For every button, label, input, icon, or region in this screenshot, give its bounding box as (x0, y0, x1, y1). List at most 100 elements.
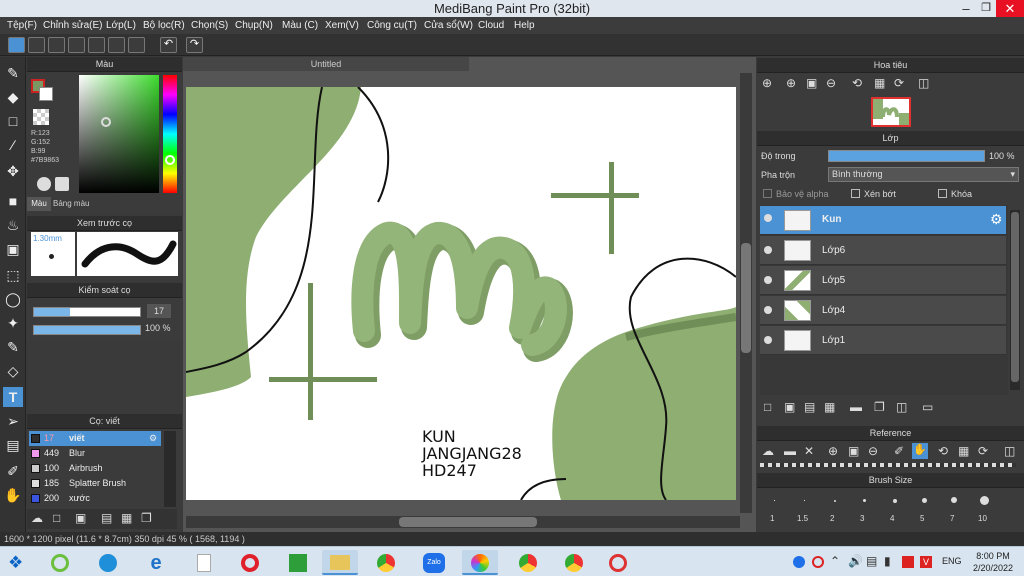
volume-icon[interactable]: 🔊 (848, 554, 863, 568)
brush-item-airbrush[interactable]: 100 Airbrush (29, 461, 161, 476)
flip-icon[interactable]: ◫ (1004, 444, 1015, 458)
tab-color[interactable]: Màu (27, 197, 51, 211)
cloud-icon[interactable] (8, 37, 25, 53)
brush-item-blur[interactable]: 449 Blur (29, 446, 161, 461)
secondary-color-swatch[interactable] (39, 87, 53, 101)
edge-icon[interactable] (90, 550, 126, 575)
add-brush-menu-icon[interactable]: ▣ (75, 511, 86, 525)
color-wheel-icon[interactable] (37, 177, 51, 191)
visibility-icon[interactable] (764, 246, 772, 254)
menu-capture[interactable]: Chụp(N) (235, 17, 273, 34)
layer-item-lop5[interactable]: Lớp5 (760, 266, 1006, 295)
rotate-left-icon[interactable]: ⟲ (852, 76, 862, 90)
horizontal-scrollbar[interactable] (186, 516, 740, 528)
brush-size-value[interactable]: 17 (147, 304, 171, 318)
select-rect-icon[interactable]: ⬚ (3, 265, 23, 285)
actual-size-icon[interactable]: ▦ (874, 76, 885, 90)
undo-icon[interactable]: ↶ (160, 37, 177, 53)
windows-start-icon[interactable]: ❖ (8, 554, 26, 572)
hand-icon[interactable]: ✋ (912, 443, 928, 459)
add-brush-cloud-icon[interactable]: ☁ (31, 511, 43, 525)
hue-slider[interactable] (163, 75, 177, 193)
move-tool-icon[interactable]: ✥ (3, 161, 23, 181)
fit-window-icon[interactable]: ▣ (848, 444, 859, 458)
battery-icon[interactable]: ▮ (884, 554, 891, 568)
protect-alpha-checkbox[interactable] (763, 189, 772, 198)
trash-icon[interactable]: ▭ (922, 400, 933, 414)
rotate-right-icon[interactable]: ⟳ (978, 444, 988, 458)
flip-icon[interactable]: ◫ (918, 76, 929, 90)
rotate-right-icon[interactable]: ⟳ (894, 76, 904, 90)
brush-size-preset[interactable]: 2 (820, 490, 850, 526)
close-button[interactable]: ✕ (996, 0, 1024, 17)
dot-tool-icon[interactable]: □ (3, 111, 23, 131)
hand-tool-icon[interactable]: ✋ (3, 485, 23, 505)
select-eraser-icon[interactable]: ◇ (3, 361, 23, 381)
menu-cloud[interactable]: Cloud (478, 17, 504, 34)
brush-size-preset[interactable]: 10 (970, 490, 1000, 526)
menu-help[interactable]: Help (514, 17, 535, 34)
transparent-swatch[interactable] (33, 109, 49, 125)
brush-size-slider[interactable] (33, 307, 141, 317)
vpn-icon[interactable] (902, 556, 914, 568)
menu-tools[interactable]: Công cụ(T) (367, 17, 417, 34)
chrome-profile-icon[interactable] (510, 550, 546, 575)
divide-tool-icon[interactable]: ▤ (3, 435, 23, 455)
new-layer-icon[interactable]: □ (764, 400, 771, 414)
fill-rect-icon[interactable]: ■ (3, 191, 23, 211)
store-icon[interactable] (280, 550, 316, 575)
menu-layer[interactable]: Lớp(L) (106, 17, 136, 34)
merge-down-icon[interactable]: ◫ (896, 400, 907, 414)
rotate-left-icon[interactable]: ⟲ (938, 444, 948, 458)
layer-item-lop1[interactable]: Lớp1 (760, 326, 1006, 355)
drawing-canvas[interactable]: KUN JANGJANG28 HD247 (186, 87, 736, 500)
magic-wand-icon[interactable]: ✦ (3, 313, 23, 333)
brush-settings-icon[interactable]: ▤ (101, 511, 112, 525)
document-tab[interactable]: Untitled (183, 57, 469, 71)
brush-size-preset[interactable]: 5 (910, 490, 940, 526)
brush-folder-icon[interactable]: ▦ (121, 511, 132, 525)
brush-size-preset[interactable]: 1 (760, 490, 790, 526)
layer-item-lop4[interactable]: Lớp4 (760, 296, 1006, 325)
navigator-thumbnail[interactable] (871, 97, 911, 127)
open-file-icon[interactable]: ▬ (784, 444, 796, 458)
close-icon[interactable]: ✕ (804, 444, 814, 458)
network-icon[interactable]: ▤ (866, 554, 877, 568)
zalo-icon[interactable]: Zalo (416, 550, 452, 575)
menu-view[interactable]: Xem(V) (325, 17, 359, 34)
opera-icon[interactable] (232, 550, 268, 575)
gear-icon[interactable]: ⚙ (149, 431, 157, 446)
blend-mode-select[interactable]: Bình thường ▾ (828, 167, 1019, 182)
brush-item-viet[interactable]: 17 viết ⚙ (29, 431, 161, 446)
zoom-in-icon[interactable]: ⊕ (828, 444, 838, 458)
file-explorer-icon[interactable] (322, 550, 358, 575)
chevron-up-icon[interactable]: ⌃ (830, 554, 840, 568)
text-tool-icon[interactable]: T (3, 387, 23, 407)
brush-copy-icon[interactable]: ❐ (141, 511, 152, 525)
brush-list-scrollbar[interactable] (164, 431, 176, 507)
menu-edit[interactable]: Chỉnh sửa(E) (43, 17, 103, 34)
lock-checkbox[interactable] (938, 189, 947, 198)
zoom-in-icon[interactable]: ⊕ (786, 76, 796, 90)
input-language[interactable]: ENG (942, 556, 962, 566)
layer-scrollbar[interactable] (1010, 210, 1020, 390)
duplicate-layer-icon[interactable]: ❐ (874, 400, 885, 414)
clip-checkbox[interactable] (851, 189, 860, 198)
new-halftone-layer-icon[interactable]: ▣ (784, 400, 795, 414)
layer-opacity-slider[interactable] (828, 150, 985, 162)
unikey-icon[interactable]: V (920, 556, 932, 568)
color-palette-icon[interactable] (55, 177, 69, 191)
lasso-tool-icon[interactable]: ◯ (3, 289, 23, 309)
menu-color[interactable]: Màu (C) (282, 17, 318, 34)
menu-select[interactable]: Chọn(S) (191, 17, 228, 34)
layer-scroll-thumb[interactable] (1011, 212, 1019, 382)
internet-explorer-icon[interactable]: e (138, 550, 174, 575)
visibility-icon[interactable] (764, 214, 772, 222)
brush-opacity-slider[interactable] (33, 325, 141, 335)
minimize-button[interactable]: – (956, 0, 976, 17)
brush-size-preset[interactable]: 7 (940, 490, 970, 526)
medibang-icon[interactable] (462, 550, 498, 575)
grid2-icon[interactable] (128, 37, 145, 53)
search-app-icon[interactable] (42, 550, 78, 575)
new-brush-icon[interactable]: □ (53, 511, 60, 525)
